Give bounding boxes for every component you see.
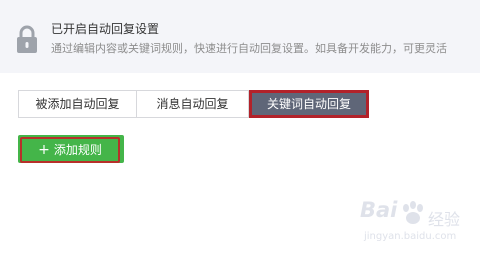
baidu-watermark: Bai 经验 jingyan.baidu.com (360, 198, 475, 248)
lock-icon (17, 25, 37, 53)
watermark-brand: Bai (360, 198, 398, 222)
tab-added-auto-reply[interactable]: 被添加自动回复 (18, 90, 137, 118)
plus-icon: + (38, 142, 50, 158)
add-rule-label: 添加规则 (53, 143, 102, 157)
notice-description: 通过编辑内容或关键词规则，快速进行自动回复设置。如具备开发能力，可更灵活 (51, 42, 447, 55)
reply-type-tabs: 被添加自动回复 消息自动回复 关键词自动回复 (18, 90, 369, 118)
watermark-url: jingyan.baidu.com (364, 231, 457, 242)
notice-title: 已开启自动回复设置 (51, 22, 160, 36)
tab-keyword-auto-reply[interactable]: 关键词自动回复 (249, 90, 369, 118)
notice-banner: 已开启自动回复设置 通过编辑内容或关键词规则，快速进行自动回复设置。如具备开发能… (0, 0, 480, 73)
add-rule-button[interactable]: + 添加规则 (18, 135, 124, 163)
watermark-brand-cn: 经验 (428, 210, 461, 229)
tab-message-auto-reply[interactable]: 消息自动回复 (137, 90, 249, 118)
add-rule-button-inner[interactable]: + 添加规则 (20, 137, 120, 163)
paw-icon (403, 201, 423, 224)
